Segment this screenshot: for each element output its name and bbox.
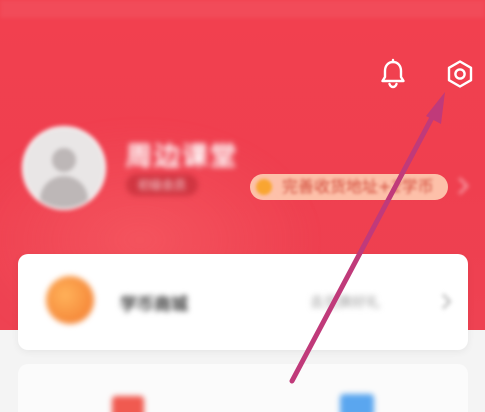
username[interactable]: 周边课堂 (126, 136, 238, 173)
card-action-text: 去兑换好礼 (310, 295, 380, 311)
avatar-shoulders (40, 176, 88, 208)
promo-text: 完善收货地址+2学币 (282, 177, 434, 196)
settings-button[interactable] (440, 54, 480, 94)
mall-icon (46, 276, 94, 324)
member-level-badge: 初级会员 (126, 174, 199, 196)
promo-pill[interactable]: 完善收货地址+2学币 (250, 174, 448, 200)
notifications-button[interactable] (373, 54, 413, 94)
coin-mall-card[interactable]: 学币商城 去兑换好礼 (18, 254, 468, 350)
status-bar (0, 0, 485, 18)
coin-icon (256, 179, 272, 195)
gear-icon (447, 60, 473, 88)
shortcut-icon-blue[interactable] (340, 394, 374, 412)
chevron-right-icon (435, 293, 452, 310)
shortcut-panel (18, 364, 468, 412)
bell-icon (381, 58, 405, 89)
screen: 周边课堂 初级会员 完善收货地址+2学币 学币商城 去兑换好礼 (0, 0, 485, 412)
avatar[interactable] (22, 126, 106, 210)
shortcut-icon-red[interactable] (112, 396, 144, 412)
card-title: 学币商城 (120, 295, 188, 315)
avatar-head (52, 148, 76, 172)
